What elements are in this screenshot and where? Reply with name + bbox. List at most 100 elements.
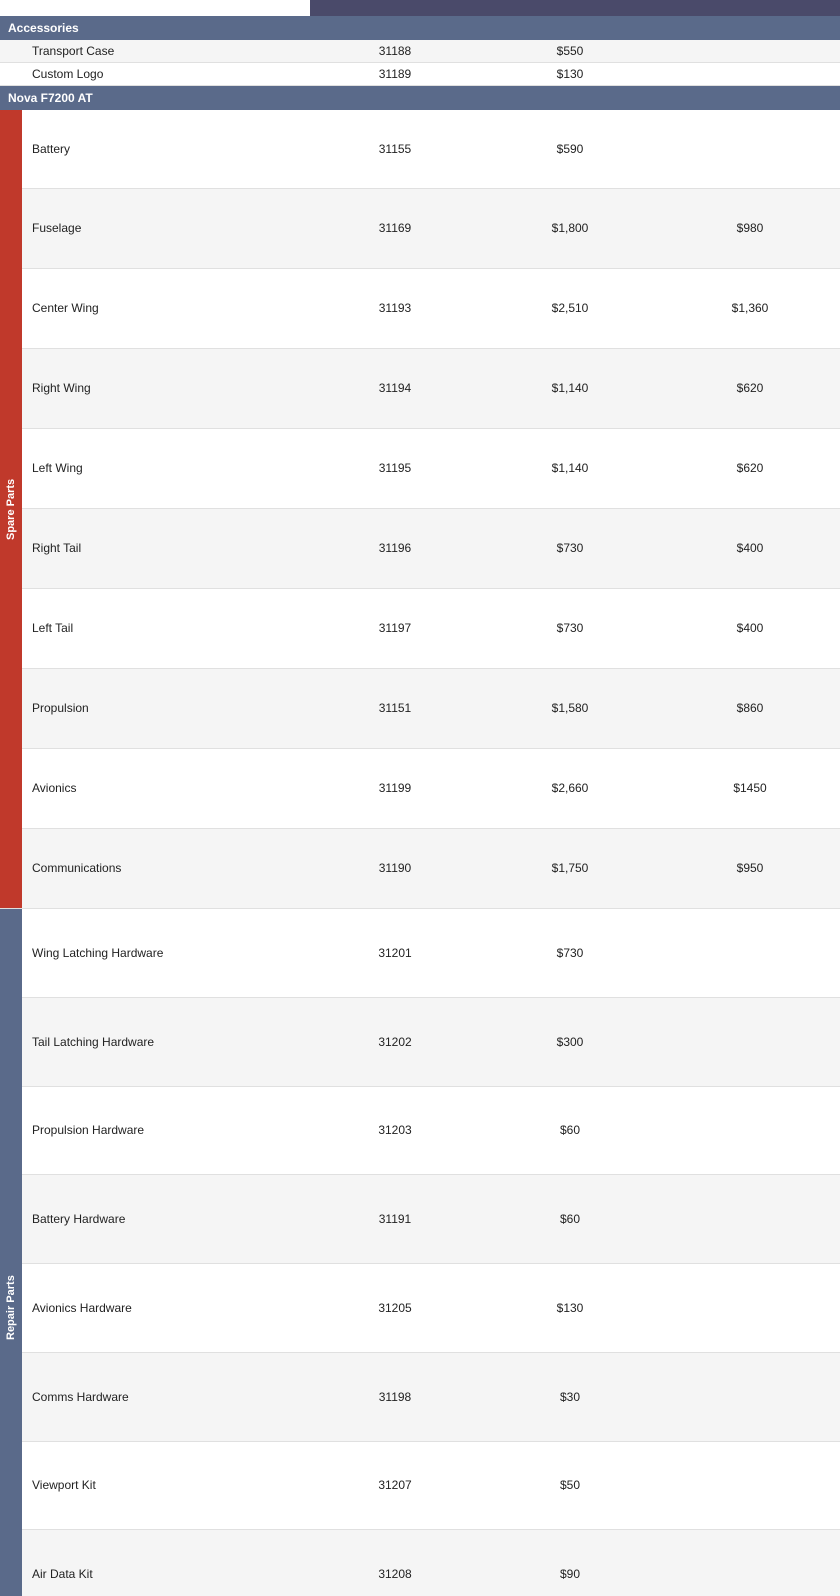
rapid-repair-price	[660, 909, 840, 998]
retail-price: $2,510	[480, 268, 660, 348]
table-row: Right Wing31194$1,140$620	[0, 348, 840, 428]
category-header: Nova F7200 AT	[0, 86, 840, 111]
table-row: Avionics31199$2,660$1450	[0, 748, 840, 828]
table-row: Viewport Kit31207$50	[0, 1441, 840, 1530]
rapid-repair-price: $1,360	[660, 268, 840, 348]
table-row: Custom Logo31189$130	[0, 63, 840, 86]
retail-price: $300	[480, 997, 660, 1086]
rapid-repair-price: $980	[660, 188, 840, 268]
side-label: Spare Parts	[0, 110, 22, 908]
part-number: 31207	[310, 1441, 480, 1530]
retail-price: $60	[480, 1175, 660, 1264]
part-number: 31195	[310, 428, 480, 508]
item-name: Left Tail	[22, 588, 310, 668]
rapid-repair-price	[660, 997, 840, 1086]
table-row: Air Data Kit31208$90	[0, 1530, 840, 1596]
part-number: 31208	[310, 1530, 480, 1596]
retail-price: $60	[480, 1086, 660, 1175]
header-rapid-repair	[660, 0, 840, 16]
item-name: Propulsion Hardware	[22, 1086, 310, 1175]
rapid-repair-price: $620	[660, 428, 840, 508]
part-number: 31197	[310, 588, 480, 668]
table-row: Transport Case31188$550	[0, 40, 840, 63]
side-label: Repair Parts	[0, 909, 22, 1596]
part-number: 31201	[310, 909, 480, 998]
item-name: Right Wing	[22, 348, 310, 428]
rapid-repair-price: $620	[660, 348, 840, 428]
item-name: Fuselage	[22, 188, 310, 268]
part-number: 31193	[310, 268, 480, 348]
retail-price: $1,750	[480, 828, 660, 908]
part-number: 31169	[310, 188, 480, 268]
part-number: 31194	[310, 348, 480, 428]
item-name: Tail Latching Hardware	[22, 997, 310, 1086]
table-row: Battery Hardware31191$60	[0, 1175, 840, 1264]
rapid-repair-price: $860	[660, 668, 840, 748]
retail-price: $130	[480, 1264, 660, 1353]
part-number: 31199	[310, 748, 480, 828]
side-label-cell: Repair Parts	[0, 909, 22, 1596]
item-name: Battery Hardware	[22, 1175, 310, 1264]
item-name: Right Tail	[22, 508, 310, 588]
retail-price: $730	[480, 909, 660, 998]
side-label-cell: Spare Parts	[0, 110, 22, 909]
retail-price: $50	[480, 1441, 660, 1530]
retail-price: $1,580	[480, 668, 660, 748]
table-row: Left Tail31197$730$400	[0, 588, 840, 668]
part-number: 31196	[310, 508, 480, 588]
table-row: Propulsion31151$1,580$860	[0, 668, 840, 748]
item-name: Propulsion	[22, 668, 310, 748]
part-number: 31198	[310, 1352, 480, 1441]
retail-price: $30	[480, 1352, 660, 1441]
retail-price: $590	[480, 110, 660, 188]
rapid-repair-price	[660, 1086, 840, 1175]
part-number: 31155	[310, 110, 480, 188]
category-header-accessories: Accessories	[0, 16, 840, 40]
retail-price: $2,660	[480, 748, 660, 828]
rapid-repair-price	[660, 1352, 840, 1441]
table-row: Comms Hardware31198$30	[0, 1352, 840, 1441]
retail-price: $90	[480, 1530, 660, 1596]
rapid-repair-price	[660, 110, 840, 188]
table-row: Center Wing31193$2,510$1,360	[0, 268, 840, 348]
item-name: Avionics	[22, 748, 310, 828]
item-name: Wing Latching Hardware	[22, 909, 310, 998]
retail-price: $730	[480, 588, 660, 668]
table-row: Repair PartsWing Latching Hardware31201$…	[0, 909, 840, 998]
table-row: Right Tail31196$730$400	[0, 508, 840, 588]
rapid-repair-price: $400	[660, 508, 840, 588]
part-number: 31190	[310, 828, 480, 908]
header-name	[22, 0, 310, 16]
item-name: Battery	[22, 110, 310, 188]
table-row: Spare PartsBattery31155$590	[0, 110, 840, 188]
table-row: Left Wing31195$1,140$620	[0, 428, 840, 508]
header-side-col	[0, 0, 22, 16]
retail-price: $1,140	[480, 428, 660, 508]
part-number: 31202	[310, 997, 480, 1086]
retail-price: $730	[480, 508, 660, 588]
item-name: Comms Hardware	[22, 1352, 310, 1441]
rapid-repair-price: $950	[660, 828, 840, 908]
table-row: Tail Latching Hardware31202$300	[0, 997, 840, 1086]
header-part-number	[310, 0, 480, 16]
part-number: 31151	[310, 668, 480, 748]
rapid-repair-price: $400	[660, 588, 840, 668]
retail-price: $1,140	[480, 348, 660, 428]
part-number: 31205	[310, 1264, 480, 1353]
item-name: Air Data Kit	[22, 1530, 310, 1596]
part-number: 31203	[310, 1086, 480, 1175]
table-row: Avionics Hardware31205$130	[0, 1264, 840, 1353]
rapid-repair-price	[660, 1441, 840, 1530]
item-name: Communications	[22, 828, 310, 908]
header-retail-price	[480, 0, 660, 16]
retail-price: $1,800	[480, 188, 660, 268]
item-name: Left Wing	[22, 428, 310, 508]
main-table-wrapper: AccessoriesTransport Case31188$550Custom…	[0, 0, 840, 1596]
rapid-repair-price: $1450	[660, 748, 840, 828]
rapid-repair-price	[660, 1530, 840, 1596]
item-name: Center Wing	[22, 268, 310, 348]
rapid-repair-price	[660, 1264, 840, 1353]
item-name: Avionics Hardware	[22, 1264, 310, 1353]
table-row: Communications31190$1,750$950	[0, 828, 840, 908]
part-number: 31191	[310, 1175, 480, 1264]
